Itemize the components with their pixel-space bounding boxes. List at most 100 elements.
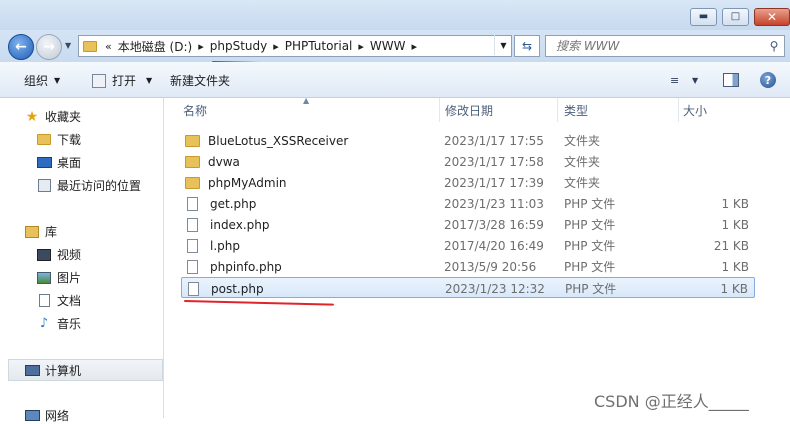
- sidebar-favorites[interactable]: ★ 收藏夹: [24, 108, 81, 125]
- file-type: PHP 文件: [564, 260, 616, 274]
- new-folder-label: 新建文件夹: [170, 74, 231, 88]
- sidebar-network-label: 网络: [45, 409, 70, 423]
- minimize-icon: ▬: [698, 11, 709, 22]
- file-name-cell: dvwa: [185, 151, 240, 172]
- open-label: 打开: [112, 74, 137, 88]
- preview-pane-icon[interactable]: [723, 73, 739, 87]
- breadcrumb-separator[interactable]: ▸: [358, 40, 364, 53]
- file-name-cell: index.php: [185, 214, 269, 235]
- file-date: 2017/3/28 16:59: [444, 217, 544, 232]
- file-size: 1 KB: [721, 217, 749, 232]
- view-dropdown-icon[interactable]: ▼: [692, 76, 698, 85]
- breadcrumb-www[interactable]: WWW: [370, 39, 406, 53]
- file-row[interactable]: phpMyAdmin 2023/1/17 17:39 文件夹: [181, 172, 755, 193]
- view-options-icon[interactable]: ≡: [670, 74, 679, 87]
- sidebar-computer-label: 计算机: [45, 364, 82, 378]
- address-bar[interactable]: « 本地磁盘 (D:) ▸ phpStudy ▸ PHPTutorial ▸ W…: [78, 35, 512, 57]
- file-row[interactable]: dvwa 2023/1/17 17:58 文件夹: [181, 151, 755, 172]
- command-toolbar: 组织 ▼ 打开 ▼ 新建文件夹 ≡ ▼: [0, 62, 790, 98]
- file-row[interactable]: post.php 2023/1/23 12:32 PHP 文件 1 KB: [181, 277, 755, 298]
- file-row[interactable]: phpinfo.php 2013/5/9 20:56 PHP 文件 1 KB: [181, 256, 755, 277]
- folder-icon: [185, 134, 200, 147]
- sidebar-item-music[interactable]: ♪ 音乐: [36, 315, 81, 332]
- address-history-dropdown[interactable]: ▼: [494, 35, 512, 55]
- sidebar-item-label: 下载: [57, 133, 82, 147]
- file-date: 2017/4/20 16:49: [444, 238, 544, 253]
- file-type: PHP 文件: [565, 282, 617, 296]
- file-date: 2013/5/9 20:56: [444, 259, 537, 274]
- sidebar-item-label: 图片: [57, 271, 82, 285]
- organize-label: 组织: [24, 74, 49, 88]
- breadcrumb-phpstudy[interactable]: phpStudy: [210, 39, 268, 53]
- sidebar-computer[interactable]: 计算机: [24, 362, 81, 379]
- minimize-button[interactable]: ▬: [690, 8, 717, 26]
- library-icon: [24, 225, 40, 239]
- video-icon: [36, 248, 52, 262]
- window-titlebar: ▬ □ ✕: [0, 0, 790, 30]
- search-input[interactable]: [546, 39, 764, 53]
- help-icon[interactable]: ?: [760, 72, 776, 88]
- refresh-icon: ⇆: [521, 39, 533, 53]
- file-name: dvwa: [208, 154, 240, 169]
- search-box[interactable]: ⚲: [545, 35, 785, 57]
- file-row[interactable]: BlueLotus_XSSReceiver 2023/1/17 17:55 文件夹: [181, 130, 755, 151]
- breadcrumb-drive[interactable]: 本地磁盘 (D:): [118, 38, 192, 55]
- file-type: PHP 文件: [564, 218, 616, 232]
- column-header-name[interactable]: 名称 ▲: [165, 96, 439, 122]
- php-file-icon: [187, 259, 198, 274]
- organize-button[interactable]: 组织 ▼: [24, 72, 60, 89]
- sidebar-network[interactable]: 网络: [24, 407, 69, 424]
- file-name: post.php: [211, 281, 264, 296]
- breadcrumb-separator[interactable]: ▸: [198, 40, 204, 53]
- chevron-down-icon: ▼: [500, 40, 507, 50]
- sidebar-libraries-label: 库: [45, 225, 58, 239]
- document-icon: [36, 294, 52, 308]
- file-list: 名称 ▲ 修改日期 类型 大小 BlueLotus_XSSReceiver 202…: [165, 96, 790, 418]
- recent-pages-dropdown[interactable]: ▼: [65, 41, 71, 50]
- file-type: 文件夹: [564, 176, 601, 190]
- column-header-date[interactable]: 修改日期: [427, 98, 545, 122]
- file-row[interactable]: l.php 2017/4/20 16:49 PHP 文件 21 KB: [181, 235, 755, 256]
- file-type: PHP 文件: [564, 239, 616, 253]
- breadcrumb-separator[interactable]: ▸: [273, 40, 279, 53]
- sidebar-item-documents[interactable]: 文档: [36, 292, 81, 309]
- forward-button[interactable]: →: [36, 34, 62, 60]
- file-date: 2023/1/17 17:55: [444, 133, 544, 148]
- chevron-down-icon: ▼: [54, 76, 61, 85]
- maximize-button[interactable]: □: [722, 8, 749, 26]
- overflow-chevron[interactable]: «: [105, 40, 112, 53]
- sidebar-item-label: 视频: [57, 248, 82, 262]
- file-name-cell: post.php: [186, 278, 264, 299]
- file-row[interactable]: index.php 2017/3/28 16:59 PHP 文件 1 KB: [181, 214, 755, 235]
- navigation-bar: ← → ▼ « 本地磁盘 (D:) ▸ phpStudy ▸ PHPTutori…: [0, 30, 790, 62]
- column-header-size[interactable]: 大小: [665, 98, 745, 122]
- recent-places-icon: [36, 179, 52, 193]
- breadcrumb-separator[interactable]: ▸: [412, 40, 418, 53]
- php-file-icon: [187, 238, 198, 253]
- downloads-folder-icon: [36, 133, 52, 147]
- close-button[interactable]: ✕: [754, 8, 790, 26]
- search-icon[interactable]: ⚲: [764, 39, 784, 53]
- maximize-icon: □: [730, 11, 741, 22]
- breadcrumb-phptutorial[interactable]: PHPTutorial: [285, 39, 353, 53]
- folder-icon: [185, 155, 200, 168]
- sidebar-item-downloads[interactable]: 下载: [36, 131, 81, 148]
- desktop-icon: [36, 156, 52, 170]
- refresh-button[interactable]: ⇆: [514, 35, 540, 57]
- open-button[interactable]: 打开 ▼: [92, 72, 152, 89]
- open-file-icon: [92, 73, 106, 88]
- sidebar-item-recent-places[interactable]: 最近访问的位置: [36, 177, 141, 194]
- file-size: 1 KB: [721, 196, 749, 211]
- file-size: 1 KB: [721, 259, 749, 274]
- network-icon: [24, 409, 40, 423]
- sidebar-item-videos[interactable]: 视频: [36, 246, 81, 263]
- sidebar-libraries[interactable]: 库: [24, 223, 57, 240]
- file-date: 2023/1/23 11:03: [444, 196, 544, 211]
- file-name: l.php: [210, 238, 240, 253]
- sidebar-item-desktop[interactable]: 桌面: [36, 154, 81, 171]
- file-row[interactable]: get.php 2023/1/23 11:03 PHP 文件 1 KB: [181, 193, 755, 214]
- sidebar-item-pictures[interactable]: 图片: [36, 269, 81, 286]
- new-folder-button[interactable]: 新建文件夹: [170, 72, 230, 89]
- column-header-type[interactable]: 类型: [546, 98, 666, 122]
- back-button[interactable]: ←: [8, 34, 34, 60]
